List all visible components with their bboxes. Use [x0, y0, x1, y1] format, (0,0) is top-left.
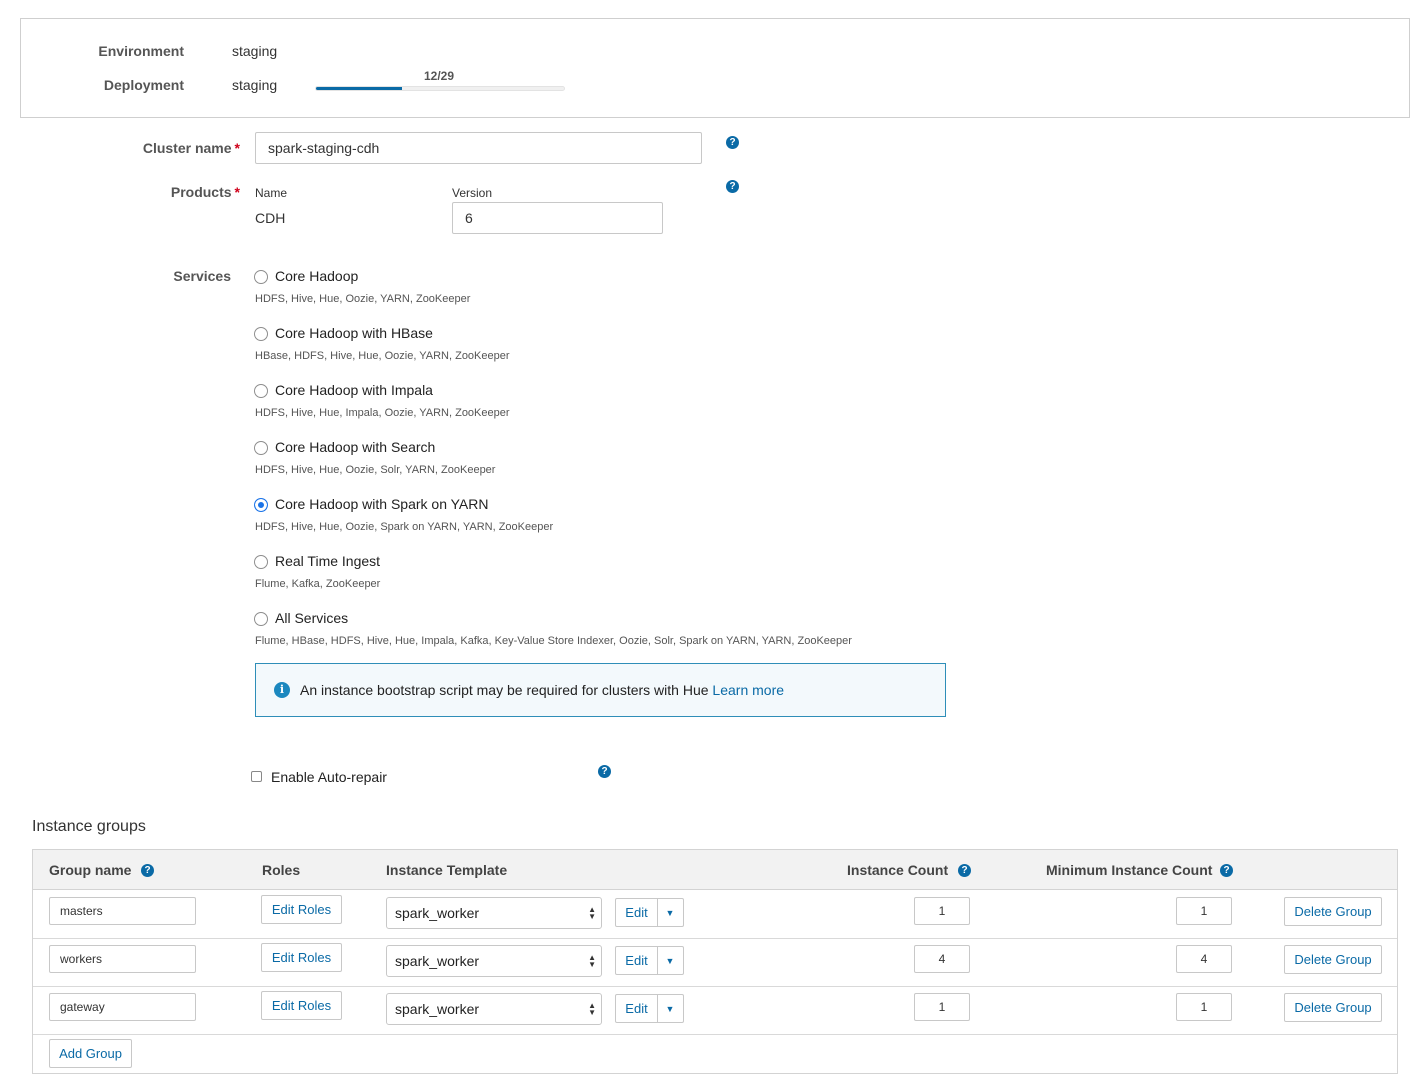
group-name-input[interactable]: workers [49, 945, 196, 973]
question-circle-icon[interactable]: ? [958, 864, 971, 877]
caret-down-icon[interactable]: ▼ [658, 899, 682, 926]
deployment-value: staging [232, 77, 278, 93]
question-circle-icon[interactable]: ? [1220, 864, 1233, 877]
service-option-label[interactable]: Core Hadoop with Search [275, 439, 435, 455]
instance-count-input[interactable]: 4 [914, 945, 970, 973]
service-radio[interactable] [254, 384, 268, 398]
instance-count-input[interactable]: 1 [914, 993, 970, 1021]
min-instance-count-header: Minimum Instance Count [1046, 862, 1213, 878]
cluster-name-label: Cluster name * [142, 140, 240, 156]
instance-count-header: Instance Count [847, 862, 949, 878]
edit-template-split-button[interactable]: Edit ▼ [615, 946, 684, 975]
service-option-label[interactable]: Core Hadoop with HBase [275, 325, 433, 341]
edit-roles-button[interactable]: Edit Roles [261, 895, 342, 924]
service-option-label[interactable]: Core Hadoop [275, 268, 358, 284]
hue-info-alert: i An instance bootstrap script may be re… [255, 663, 946, 717]
add-group-button[interactable]: Add Group [49, 1039, 132, 1068]
deployment-summary: Environment staging Deployment staging 1… [20, 18, 1410, 118]
instance-groups-table: Group name ? Roles Instance Template Ins… [32, 849, 1398, 1074]
updown-arrows-icon: ▲ ▼ [588, 953, 596, 969]
product-name-header: Name [255, 186, 288, 200]
edit-template-button[interactable]: Edit [616, 947, 658, 974]
instance-template-value: spark_worker [395, 1001, 480, 1017]
service-option-description: HDFS, Hive, Hue, Oozie, Solr, YARN, ZooK… [255, 464, 496, 476]
service-option-label[interactable]: Core Hadoop with Impala [275, 382, 433, 398]
environment-value: staging [232, 43, 278, 59]
info-message: An instance bootstrap script may be requ… [300, 682, 709, 698]
edit-template-split-button[interactable]: Edit ▼ [615, 994, 684, 1023]
question-circle-icon[interactable]: ? [141, 864, 154, 877]
required-marker: * [234, 140, 240, 156]
service-radio[interactable] [254, 327, 268, 341]
instance-template-value: spark_worker [395, 953, 480, 969]
group-name-input[interactable]: gateway [49, 993, 196, 1021]
delete-group-button[interactable]: Delete Group [1284, 993, 1382, 1022]
instance-template-select[interactable]: spark_worker ▲ ▼ [386, 897, 602, 929]
service-option-description: Flume, HBase, HDFS, Hive, Hue, Impala, K… [255, 635, 852, 647]
roles-header: Roles [262, 862, 301, 878]
learn-more-link[interactable]: Learn more [712, 682, 784, 698]
deployment-progress-bar [315, 86, 565, 91]
row-divider [33, 1034, 1397, 1035]
instance-template-value: spark_worker [395, 905, 480, 921]
edit-roles-button[interactable]: Edit Roles [261, 943, 342, 972]
group-name-header: Group name [49, 862, 132, 878]
edit-template-split-button[interactable]: Edit ▼ [615, 898, 684, 927]
instance-groups-title: Instance groups [32, 818, 146, 835]
min-instance-count-input[interactable]: 4 [1176, 945, 1232, 973]
service-radio[interactable] [254, 270, 268, 284]
auto-repair-label[interactable]: Enable Auto-repair [271, 769, 387, 785]
service-option-description: HDFS, Hive, Hue, Oozie, YARN, ZooKeeper [255, 293, 471, 305]
edit-template-button[interactable]: Edit [616, 995, 658, 1022]
service-option-label[interactable]: All Services [275, 610, 348, 626]
table-header: Group name ? Roles Instance Template Ins… [33, 850, 1397, 890]
service-option-description: Flume, Kafka, ZooKeeper [255, 578, 381, 590]
auto-repair-checkbox[interactable] [251, 771, 262, 782]
min-instance-count-input[interactable]: 1 [1176, 993, 1232, 1021]
products-label: Products * [170, 184, 240, 200]
product-version-input[interactable]: 6 [452, 202, 663, 234]
service-radio[interactable] [254, 441, 268, 455]
instance-template-select[interactable]: spark_worker ▲ ▼ [386, 993, 602, 1025]
caret-down-icon[interactable]: ▼ [658, 995, 682, 1022]
product-version-header: Version [452, 186, 493, 200]
updown-arrows-icon: ▲ ▼ [588, 905, 596, 921]
row-divider [33, 986, 1397, 987]
services-label: Services [173, 268, 231, 284]
service-radio[interactable] [254, 555, 268, 569]
group-name-input[interactable]: masters [49, 897, 196, 925]
min-instance-count-input[interactable]: 1 [1176, 897, 1232, 925]
instance-template-header: Instance Template [386, 862, 508, 878]
question-circle-icon[interactable]: ? [598, 765, 611, 778]
question-circle-icon[interactable]: ? [726, 180, 739, 193]
edit-template-button[interactable]: Edit [616, 899, 658, 926]
row-divider [33, 938, 1397, 939]
progress-fill [316, 87, 403, 90]
updown-arrows-icon: ▲ ▼ [588, 1001, 596, 1017]
delete-group-button[interactable]: Delete Group [1284, 945, 1382, 974]
required-marker: * [234, 184, 240, 200]
progress-text: 12/29 [424, 69, 455, 83]
environment-label: Environment [98, 43, 184, 59]
info-alert-text: An instance bootstrap script may be requ… [300, 682, 784, 698]
instance-count-input[interactable]: 1 [914, 897, 970, 925]
service-radio[interactable] [254, 498, 268, 512]
delete-group-button[interactable]: Delete Group [1284, 897, 1382, 926]
service-option-description: HDFS, Hive, Hue, Impala, Oozie, YARN, Zo… [255, 407, 510, 419]
caret-down-icon[interactable]: ▼ [658, 947, 682, 974]
service-option-description: HBase, HDFS, Hive, Hue, Oozie, YARN, Zoo… [255, 350, 510, 362]
deployment-label: Deployment [103, 77, 184, 93]
info-circle-icon: i [274, 682, 290, 698]
cluster-name-input[interactable]: spark-staging-cdh [255, 132, 702, 164]
question-circle-icon[interactable]: ? [726, 136, 739, 149]
product-name-value: CDH [255, 210, 286, 226]
service-option-label[interactable]: Core Hadoop with Spark on YARN [275, 496, 488, 512]
service-radio[interactable] [254, 612, 268, 626]
instance-template-select[interactable]: spark_worker ▲ ▼ [386, 945, 602, 977]
edit-roles-button[interactable]: Edit Roles [261, 991, 342, 1020]
service-option-label[interactable]: Real Time Ingest [275, 553, 380, 569]
service-option-description: HDFS, Hive, Hue, Oozie, Spark on YARN, Y… [255, 521, 554, 533]
